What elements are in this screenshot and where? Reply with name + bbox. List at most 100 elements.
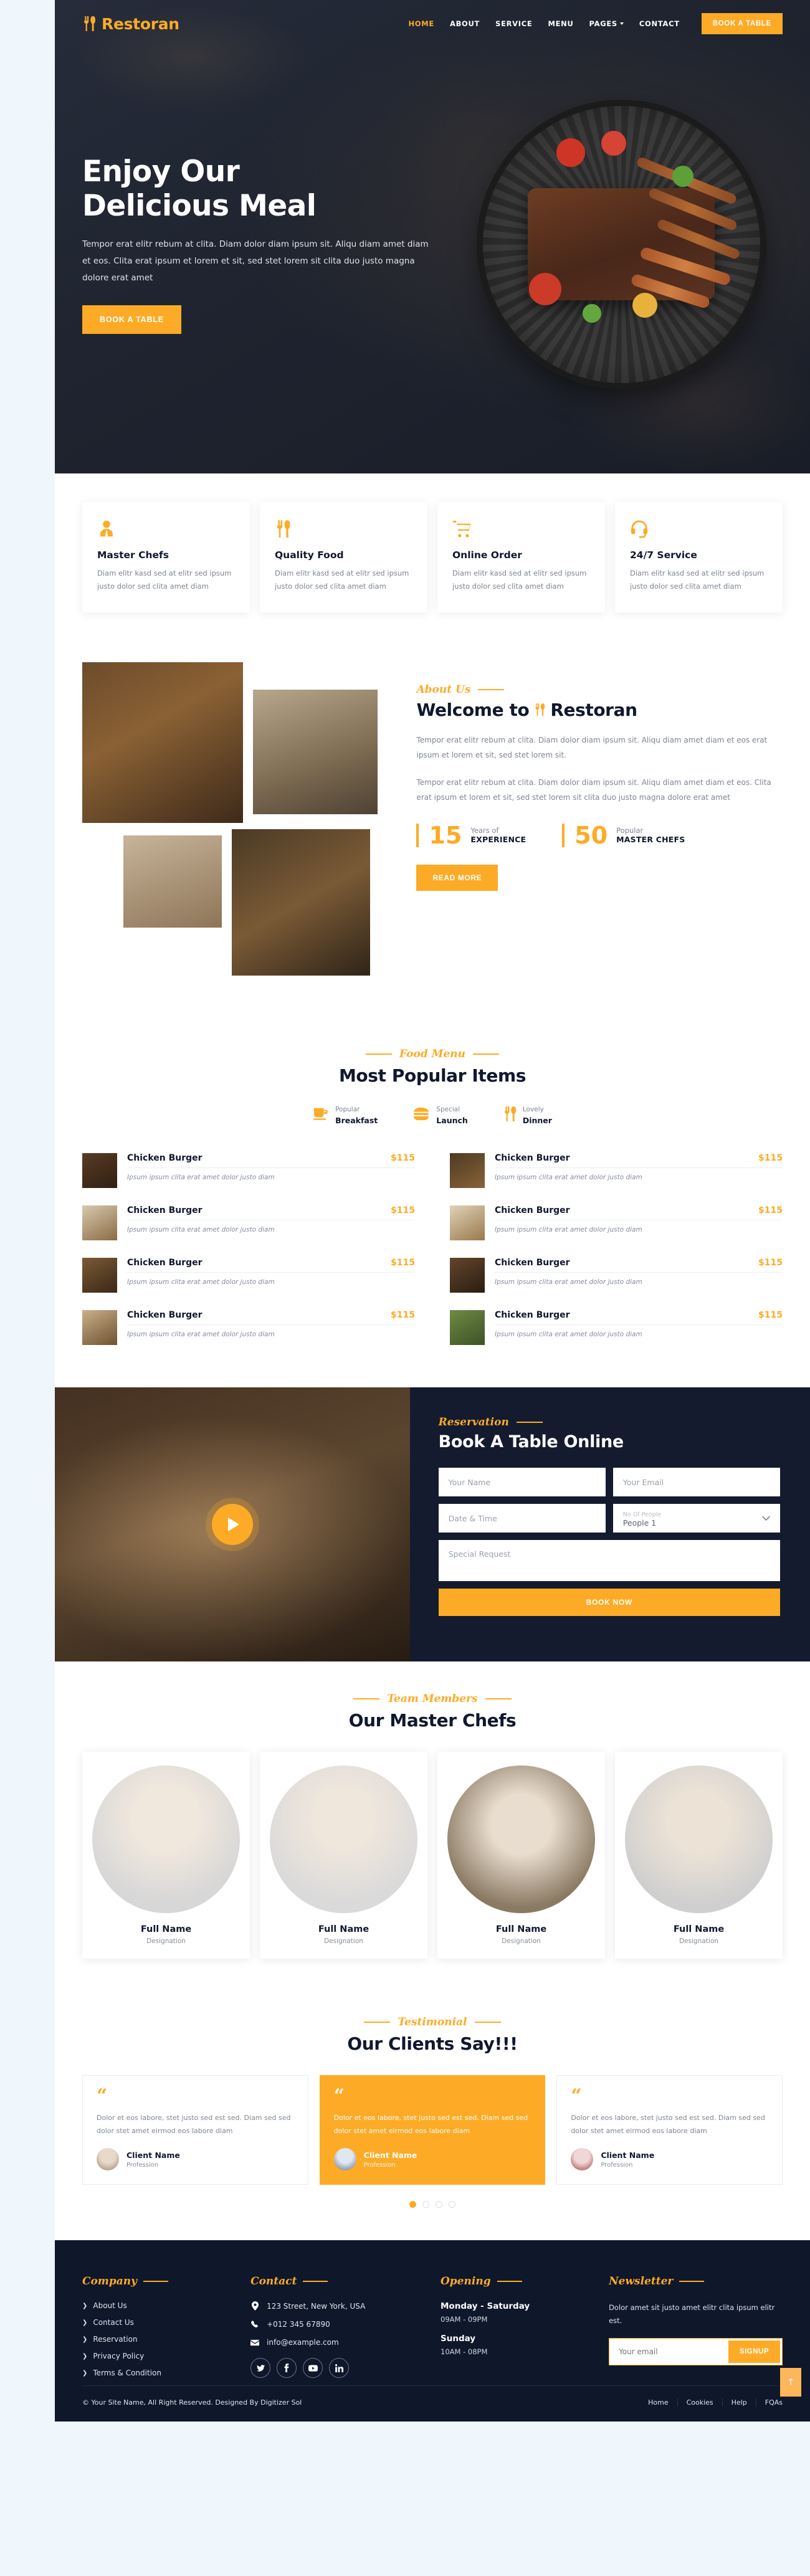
team-member-card[interactable]: Full Name Designation <box>82 1752 250 1959</box>
footer-contact-title-text: Contact <box>250 2275 297 2288</box>
nav-links: HOME ABOUT SERVICE MENU PAGES CONTACT BO… <box>408 13 783 34</box>
feature-card[interactable]: Master Chefs Diam elitr kasd sed at elit… <box>82 502 250 612</box>
carousel-dot[interactable] <box>422 2201 429 2208</box>
newsletter-description: Dolor amet sit justo amet elitr clita ip… <box>609 2303 775 2326</box>
stat-bottom-label: MASTER CHEFS <box>616 835 685 845</box>
menu-item-description: Ipsum ipsum clita erat amet dolor justo … <box>495 1331 642 1339</box>
read-more-button[interactable]: READ MORE <box>416 864 498 891</box>
menu-item-name: Chicken Burger <box>127 1153 202 1164</box>
newsletter-email-input[interactable] <box>611 2340 728 2363</box>
about-photo-food-spread <box>232 829 370 976</box>
testimonial-card[interactable]: “ Dolor et eos labore, stet justo sed es… <box>556 2075 783 2185</box>
client-name: Client Name <box>601 2150 655 2160</box>
feature-card[interactable]: Online Order Diam elitr kasd sed at elit… <box>437 502 605 612</box>
bottom-link-help[interactable]: Help <box>723 2398 756 2407</box>
footer-link-about-us[interactable]: ❯ About Us <box>82 2301 234 2310</box>
number-of-people-select[interactable]: No Of People People 1 <box>612 1504 780 1533</box>
footer-address-text: 123 Street, New York, USA <box>267 2301 366 2311</box>
bottom-link-fqas[interactable]: FQAs <box>756 2398 783 2407</box>
team-member-name: Full Name <box>673 1924 725 1935</box>
carousel-dot[interactable] <box>409 2201 416 2208</box>
special-request-textarea[interactable]: Special Request <box>438 1540 780 1582</box>
menu-item[interactable]: Chicken Burger $115 Ipsum ipsum clita er… <box>82 1249 415 1301</box>
your-name-input[interactable]: Your Name <box>438 1468 606 1497</box>
team-member-card[interactable]: Full Name Designation <box>615 1752 783 1959</box>
footer-link-privacy-policy[interactable]: ❯ Privacy Policy <box>82 2352 234 2360</box>
menu-item[interactable]: Chicken Burger $115 Ipsum ipsum clita er… <box>450 1249 783 1301</box>
feature-title: Master Chefs <box>97 549 169 561</box>
hero-image-wrap <box>460 105 783 383</box>
menu-item-thumbnail <box>450 1310 485 1346</box>
testimonial-card[interactable]: “ Dolor et eos labore, stet justo sed es… <box>319 2075 546 2185</box>
bottom-link-cookies[interactable]: Cookies <box>678 2398 723 2407</box>
about-content: About Us Welcome to Restoran Tempor erat… <box>416 662 783 996</box>
nav-link-service[interactable]: SERVICE <box>495 19 532 28</box>
tab-dinner[interactable]: Lovely Dinner <box>503 1102 552 1126</box>
carousel-dot[interactable] <box>449 2201 455 2208</box>
footer-link-label: Reservation <box>93 2335 138 2344</box>
about-photo-serving-dish <box>123 835 222 928</box>
hero-section: Restoran HOME ABOUT SERVICE MENU PAGES C… <box>55 0 810 473</box>
facebook-icon[interactable] <box>277 2358 297 2379</box>
footer-opening-column: Opening Monday - Saturday 09AM - 09PM Su… <box>441 2275 593 2385</box>
nav-link-menu[interactable]: MENU <box>548 19 573 28</box>
grill-food-image <box>482 105 760 383</box>
team-member-card[interactable]: Full Name Designation <box>437 1752 605 1959</box>
nav-book-a-table-button[interactable]: BOOK A TABLE <box>701 13 783 34</box>
client-name: Client Name <box>363 2150 417 2160</box>
book-now-button[interactable]: BOOK NOW <box>438 1589 780 1617</box>
nav-link-about[interactable]: ABOUT <box>450 19 480 28</box>
twitter-icon[interactable] <box>250 2358 271 2379</box>
testimonial-card[interactable]: “ Dolor et eos labore, stet justo sed es… <box>82 2075 308 2185</box>
menu-item[interactable]: Chicken Burger $115 Ipsum ipsum clita er… <box>82 1301 415 1354</box>
nav-link-pages[interactable]: PAGES <box>589 19 624 28</box>
reservation-eyebrow-text: Reservation <box>438 1416 509 1429</box>
footer-link-terms-condition[interactable]: ❯ Terms & Condition <box>82 2369 234 2377</box>
cart-plus-icon <box>452 520 590 538</box>
back-to-top-button[interactable]: ↑ <box>780 2368 801 2397</box>
hero-title: Enjoy Our Delicious Meal <box>82 154 460 223</box>
chef-avatar <box>625 1766 773 1914</box>
about-heading-after: Restoran <box>550 699 637 720</box>
tab-launch[interactable]: Special Launch <box>412 1102 468 1126</box>
carousel-dot[interactable] <box>436 2201 442 2208</box>
bottom-link-home[interactable]: Home <box>639 2398 678 2407</box>
hero-book-a-table-button[interactable]: BOOK A TABLE <box>82 305 181 335</box>
menu-item[interactable]: Chicken Burger $115 Ipsum ipsum clita er… <box>450 1197 783 1249</box>
footer-link-contact-us[interactable]: ❯ Contact Us <box>82 2318 234 2327</box>
team-member-card[interactable]: Full Name Designation <box>260 1752 427 1959</box>
youtube-icon[interactable] <box>303 2358 323 2379</box>
page-root: Restoran HOME ABOUT SERVICE MENU PAGES C… <box>0 0 810 2422</box>
chevron-right-icon: ❯ <box>82 2336 88 2343</box>
tab-breakfast[interactable]: Popular Breakfast <box>313 1102 378 1126</box>
hero-title-line1: Enjoy Our <box>82 154 240 189</box>
footer-email: info@example.com <box>250 2338 424 2347</box>
phone-icon <box>250 2321 259 2329</box>
feature-card[interactable]: Quality Food Diam elitr kasd sed at elit… <box>260 502 427 612</box>
brand-logo[interactable]: Restoran <box>82 15 179 33</box>
menu-item[interactable]: Chicken Burger $115 Ipsum ipsum clita er… <box>450 1144 783 1197</box>
menu-eyebrow-text: Food Menu <box>399 1047 465 1060</box>
team-member-name: Full Name <box>318 1924 369 1935</box>
your-email-input[interactable]: Your Email <box>612 1468 780 1497</box>
footer-company-title-text: Company <box>82 2275 137 2288</box>
menu-item-thumbnail <box>82 1153 117 1189</box>
menu-item[interactable]: Chicken Burger $115 Ipsum ipsum clita er… <box>82 1144 415 1197</box>
footer-bottom-links: Home Cookies Help FQAs <box>639 2398 783 2407</box>
headset-icon <box>630 520 768 538</box>
footer-link-reservation[interactable]: ❯ Reservation <box>82 2335 234 2344</box>
menu-item[interactable]: Chicken Burger $115 Ipsum ipsum clita er… <box>82 1197 415 1249</box>
menu-item[interactable]: Chicken Burger $115 Ipsum ipsum clita er… <box>450 1301 783 1354</box>
newsletter-signup-button[interactable]: SIGNUP <box>728 2340 780 2363</box>
stat-bottom-label: EXPERIENCE <box>470 835 526 845</box>
linkedin-icon[interactable] <box>329 2358 350 2379</box>
menu-item-name: Chicken Burger <box>127 1310 202 1321</box>
nav-link-contact[interactable]: CONTACT <box>639 19 680 28</box>
play-video-button[interactable] <box>211 1504 253 1546</box>
hero-body: Enjoy Our Delicious Meal Tempor erat eli… <box>55 39 810 450</box>
nav-link-home[interactable]: HOME <box>408 19 434 28</box>
testimonial-text: Dolor et eos labore, stet justo sed est … <box>571 2114 765 2136</box>
feature-card[interactable]: 24/7 Service Diam elitr kasd sed at elit… <box>615 502 783 612</box>
date-time-input[interactable]: Date & Time <box>438 1504 606 1533</box>
about-photo-restaurant-interior <box>82 662 243 823</box>
